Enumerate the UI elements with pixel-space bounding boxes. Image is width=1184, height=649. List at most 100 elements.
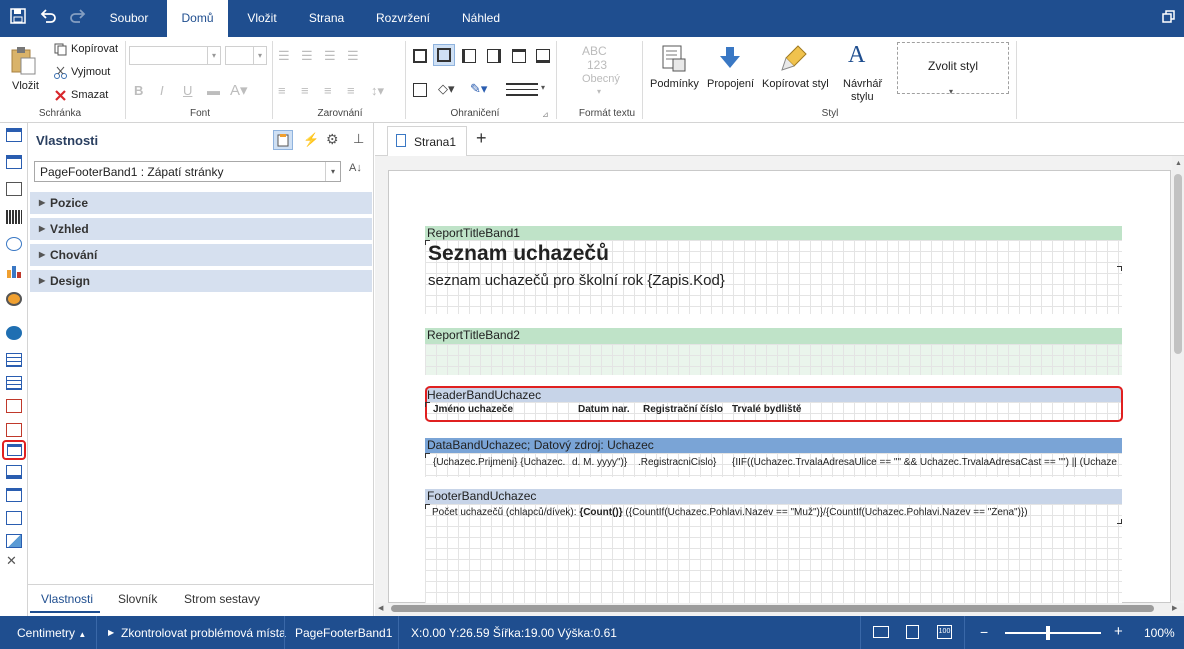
interactions-icon[interactable] [718,46,742,75]
tools-icon[interactable]: ✕ [6,553,17,569]
chevron-down-icon[interactable]: ▾ [597,87,601,96]
page-header-tool-icon[interactable] [6,465,22,479]
zoom-in-icon[interactable]: + [1114,623,1123,640]
tab-report-tree[interactable]: Strom sestavy [184,592,260,606]
tab-insert[interactable]: Vložit [235,0,289,37]
units-dropdown[interactable]: Centimetry ▲ [17,626,86,640]
tab-home[interactable]: Domů [167,0,228,37]
report-subtitle[interactable]: seznam uchazečů pro školní rok {Zapis.Ko… [428,272,725,289]
wrap-icon[interactable]: ☰ [347,48,359,64]
picture-tool-icon[interactable] [6,534,22,548]
border-none-icon[interactable] [413,83,427,97]
tab-dictionary[interactable]: Slovník [118,592,157,606]
fill-color-icon[interactable]: ◇▾ [438,81,455,97]
report-heading[interactable]: Seznam uchazečů [428,242,609,266]
delete-button[interactable]: Smazat [71,89,108,101]
bold-icon[interactable]: B [134,83,143,98]
category-design[interactable]: ▶ Design [30,270,372,292]
cut-button[interactable]: Vyjmout [71,66,110,78]
zoom-slider[interactable] [1005,626,1101,640]
events-icon[interactable]: ⚡ [303,132,319,148]
scroll-right-icon[interactable]: ▶ [1172,604,1177,612]
page-width-icon[interactable] [873,626,889,638]
panel-tool-icon[interactable] [6,488,22,502]
barcode-tool-icon[interactable] [6,210,22,224]
sort-icon[interactable]: A↓ [349,162,362,174]
copy-icon[interactable] [54,43,67,59]
band-footer-body[interactable] [425,504,1122,603]
font-size-dropdown[interactable]: ▾ [225,46,267,65]
dialog-launcher-icon[interactable]: ⊿ [542,110,549,119]
style-designer-label-2[interactable]: stylu [851,91,874,103]
chart-tool-icon[interactable] [6,264,22,278]
border-bottom-icon[interactable] [536,49,550,63]
align-top-icon[interactable]: ☰ [278,48,290,64]
font-family-dropdown[interactable]: ▾ [129,46,221,65]
border-right-icon[interactable] [487,49,501,63]
gear-icon[interactable]: ⚙ [326,131,339,148]
style-designer-icon[interactable]: A [848,42,865,69]
text-format-type[interactable]: Obecný [582,73,620,85]
justify-icon[interactable]: ≡ [347,83,355,98]
category-behavior[interactable]: ▶ Chování [30,244,372,266]
align-bottom-icon[interactable]: ☰ [324,48,336,64]
border-top-icon[interactable] [512,49,526,63]
zoom-slider-thumb[interactable] [1046,626,1050,640]
category-position[interactable]: ▶ Pozice [30,192,372,214]
zoom-100-icon[interactable]: 100 [937,625,952,639]
selected-tool-highlight[interactable] [2,440,26,460]
conditions-button[interactable]: Podmínky [650,78,699,90]
align-right-icon[interactable]: ≡ [324,83,332,98]
align-left-icon[interactable]: ≡ [278,83,286,98]
pin-icon[interactable]: ⊥ [353,131,364,147]
border-selected[interactable] [433,44,455,66]
paste-icon[interactable] [9,46,37,79]
band-data-header[interactable]: DataBandUchazec; Datový zdroj: Uchazec [425,438,1122,453]
border-style-icon[interactable] [506,83,538,96]
cut-icon[interactable] [54,66,67,82]
horizontal-scroll-thumb[interactable] [391,605,1154,612]
tab-layout[interactable]: Rozvržení [368,0,438,37]
chevron-down-icon[interactable]: ▾ [949,87,953,96]
add-page-icon[interactable]: + [476,128,487,149]
interactions-button[interactable]: Propojení [707,78,754,90]
tab-properties[interactable]: Vlastnosti [41,592,93,606]
text-tool-icon[interactable] [6,353,22,367]
image-text-tool-icon[interactable] [6,399,22,413]
data-cell-birth[interactable]: d. M. yyyy")} [572,457,636,468]
copy-button[interactable]: Kopírovat [71,43,118,55]
tab-page[interactable]: Strana [298,0,355,37]
data-cell-address[interactable]: {IIF((Uchazec.TrvalaAdresaUlice == "" &&… [732,457,1121,468]
text-field-tool-icon[interactable] [6,423,22,437]
restore-window-icon[interactable] [1162,10,1175,27]
italic-icon[interactable]: I [160,83,164,98]
data-cell-reg[interactable]: .RegistracniCislo} [638,457,724,468]
border-color-icon[interactable]: ✎▾ [470,81,487,97]
conditions-icon[interactable] [661,44,687,75]
component-tool-icon[interactable] [6,182,22,196]
scroll-left-icon[interactable]: ◀ [378,604,383,612]
border-all-icon[interactable] [413,49,427,63]
undo-icon[interactable] [40,8,56,28]
align-center-icon[interactable]: ≡ [301,83,309,98]
category-appearance[interactable]: ▶ Vzhled [30,218,372,240]
align-middle-icon[interactable]: ☰ [301,48,313,64]
band-title2-header[interactable]: ReportTitleBand2 [425,328,1122,344]
map-tool-icon[interactable] [6,326,22,340]
vertical-scroll-thumb[interactable] [1174,174,1182,354]
copy-style-icon[interactable] [780,44,808,75]
band-title1-header[interactable]: ReportTitleBand1 [425,226,1122,240]
style-designer-label-1[interactable]: Návrhář [843,78,882,90]
gauge-tool-icon[interactable] [6,292,22,306]
save-icon[interactable] [10,8,26,28]
font-color-icon[interactable]: ▬ [207,83,220,98]
table-tool-icon[interactable] [6,511,22,525]
scroll-up-icon[interactable]: ▲ [1175,160,1182,167]
band-footer-header[interactable]: FooterBandUchazec [425,489,1122,504]
paste-button[interactable]: Vložit [12,80,39,92]
horizontal-scrollbar[interactable]: ◀ ▶ [375,603,1184,615]
properties-view-icon[interactable] [273,130,293,150]
footer-count-text[interactable]: Počet uchazečů (chlapců/dívek): {Count()… [432,507,1120,518]
zoom-out-icon[interactable]: − [980,624,988,640]
border-left-icon[interactable] [462,49,476,63]
